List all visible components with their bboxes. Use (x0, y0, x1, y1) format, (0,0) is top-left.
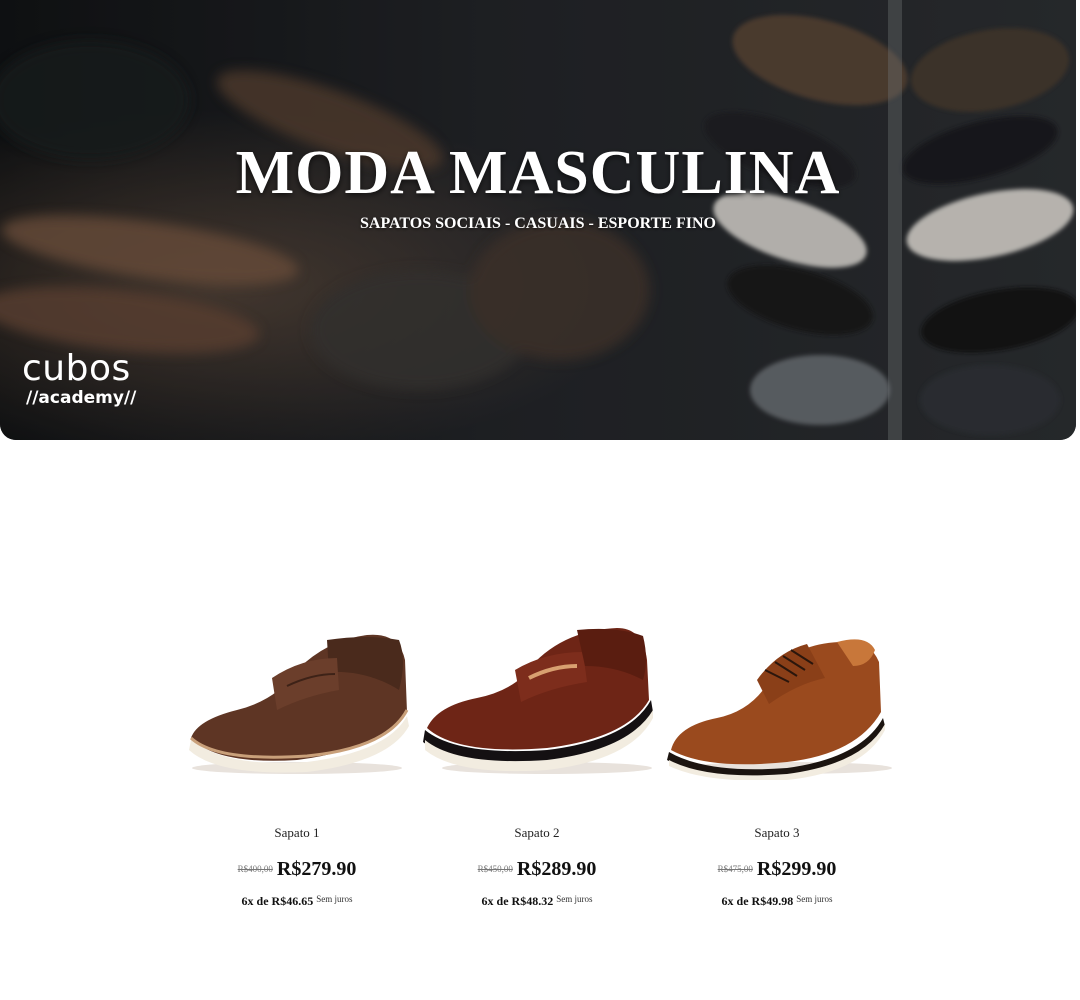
logo-wordmark: cubos (22, 348, 131, 389)
logo-subtitle: //academy// (26, 388, 137, 408)
original-price: R$450,00 (477, 864, 513, 874)
cubos-academy-logo[interactable]: cubos //academy// (22, 348, 142, 409)
product-card[interactable]: Sapato 1 R$400,00 R$279.90 6x de R$46.65 S… (177, 580, 417, 920)
sale-price: R$299.90 (756, 858, 837, 880)
product-name[interactable]: Sapato 3 (657, 825, 897, 841)
product-name[interactable]: Sapato 1 (177, 825, 417, 841)
installment-line: 6x de R$46.65 Sem juros (177, 892, 417, 910)
no-interest-label: Sem juros (316, 894, 353, 904)
price-line: R$475,00 R$299.90 (657, 858, 897, 881)
price-line: R$400,00 R$279.90 (177, 858, 417, 881)
product-image-suede-loafer[interactable] (177, 600, 417, 780)
hero-banner: MODA MASCULINA SAPATOS SOCIAIS - CASUAIS… (0, 0, 1076, 440)
product-name[interactable]: Sapato 2 (417, 825, 657, 841)
installments: 6x de R$46.65 (241, 894, 314, 908)
hero-subtitle: SAPATOS SOCIAIS - CASUAIS - ESPORTE FINO (360, 215, 716, 232)
original-price: R$400,00 (237, 864, 273, 874)
product-card[interactable]: Sapato 2 R$450,00 R$289.90 6x de R$48.32 S… (417, 580, 657, 920)
product-image-leather-loafer[interactable] (417, 600, 657, 780)
no-interest-label: Sem juros (556, 894, 593, 904)
original-price: R$475,00 (717, 864, 753, 874)
price-line: R$450,00 R$289.90 (417, 858, 657, 881)
installment-line: 6x de R$48.32 Sem juros (417, 892, 657, 910)
installment-line: 6x de R$49.98 Sem juros (657, 892, 897, 910)
sale-price: R$289.90 (516, 858, 597, 880)
product-card[interactable]: Sapato 3 R$475,00 R$299.90 6x de R$49.98 S… (657, 580, 897, 920)
hero-title: MODA MASCULINA (235, 139, 841, 207)
sale-price: R$279.90 (276, 858, 357, 880)
no-interest-label: Sem juros (796, 894, 833, 904)
product-list: Sapato 1 R$400,00 R$279.90 6x de R$46.65 S… (0, 580, 1080, 940)
installments: 6x de R$49.98 (721, 894, 794, 908)
installments: 6x de R$48.32 (481, 894, 554, 908)
product-image-leather-derby[interactable] (657, 600, 897, 780)
